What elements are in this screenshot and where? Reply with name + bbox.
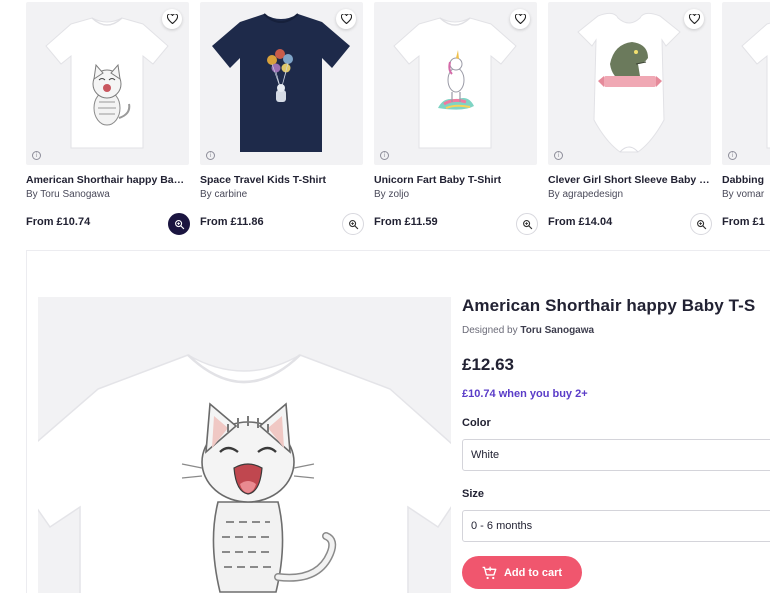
product-card-title[interactable]: Clever Girl Short Sleeve Baby One-Piece [548, 174, 711, 186]
zoom-button[interactable] [342, 213, 364, 235]
product-card-price-row: From £11.86 [200, 213, 364, 235]
zoom-button[interactable] [516, 213, 538, 235]
info-icon[interactable]: i [380, 151, 389, 160]
product-card-price-row: From £10.74 [26, 213, 190, 235]
product-card-price: From £10.74 [26, 216, 91, 228]
related-products-carousel: i American Shorthair happy Baby T-Shirt … [26, 2, 770, 242]
info-icon[interactable]: i [554, 151, 563, 160]
size-label: Size [462, 488, 485, 500]
product-card-title[interactable]: American Shorthair happy Baby T-Shirt [26, 174, 189, 186]
info-icon[interactable]: i [32, 151, 41, 160]
zoom-icon [522, 219, 532, 229]
add-to-cart-label: Add to cart [503, 566, 563, 579]
color-select-value: White [471, 449, 500, 461]
product-card[interactable]: i Unicorn Fart Baby T-Shirt By zoljo Fro… [374, 2, 538, 235]
zoom-icon [348, 219, 358, 229]
product-card-image[interactable]: i [374, 2, 537, 165]
cat-baby-tshirt-large-image [38, 354, 451, 593]
product-card[interactable]: i Space Travel Kids T-Shirt By carbine F… [200, 2, 364, 235]
section-divider [26, 250, 770, 251]
product-card-price: From £1 [722, 216, 765, 228]
product-card-price-row: From £11.59 [374, 213, 538, 235]
add-to-cart-button[interactable]: Add to cart [462, 556, 582, 589]
favorite-button[interactable] [510, 9, 530, 29]
product-card-price-row: From £14.04 [548, 213, 712, 235]
heart-icon [166, 14, 178, 24]
designed-by-line: Designed by Toru Sanogawa [462, 325, 770, 336]
white-tshirt-dabbing-image [741, 22, 770, 149]
product-card-artist[interactable]: By carbine [200, 189, 363, 200]
cart-icon [482, 566, 497, 579]
heart-icon [688, 14, 700, 24]
zoom-button[interactable] [690, 213, 712, 235]
product-card-price-row: From £1 [722, 213, 770, 235]
zoom-button[interactable] [168, 213, 190, 235]
product-card-price: From £11.86 [200, 216, 264, 228]
heart-icon [514, 14, 526, 24]
product-card-artist[interactable]: By vomar [722, 189, 770, 200]
heart-icon [340, 14, 352, 24]
product-card-artist[interactable]: By agrapedesign [548, 189, 711, 200]
product-card-image[interactable]: i [200, 2, 363, 165]
zoom-icon [696, 219, 706, 229]
color-label: Color [462, 417, 491, 429]
product-card-image[interactable]: i [722, 2, 770, 165]
product-card-artist[interactable]: By Toru Sanogawa [26, 189, 189, 200]
favorite-button[interactable] [162, 9, 182, 29]
product-card-artist[interactable]: By zoljo [374, 189, 537, 200]
product-card-image[interactable]: i [548, 2, 711, 165]
product-card-price: From £14.04 [548, 216, 613, 228]
product-title: American Shorthair happy Baby T-S [462, 296, 756, 315]
favorite-button[interactable] [684, 9, 704, 29]
product-card-title[interactable]: Unicorn Fart Baby T-Shirt [374, 174, 537, 186]
favorite-button[interactable] [336, 9, 356, 29]
info-icon[interactable]: i [728, 151, 737, 160]
product-card[interactable]: i Dabbing By vomar From £1 [722, 2, 770, 235]
product-card-price: From £11.59 [374, 216, 438, 228]
product-card[interactable]: i American Shorthair happy Baby T-Shirt … [26, 2, 190, 235]
product-price: £12.63 [462, 355, 514, 374]
product-card-image[interactable]: i [26, 2, 189, 165]
product-main-image[interactable] [38, 297, 451, 593]
size-select[interactable]: 0 - 6 months [462, 510, 770, 542]
product-details-panel: American Shorthair happy Baby T-S Design… [462, 296, 770, 589]
product-card-title[interactable]: Dabbing [722, 174, 770, 186]
bulk-discount-text: £10.74 when you buy 2+ [462, 388, 588, 400]
product-card-title[interactable]: Space Travel Kids T-Shirt [200, 174, 363, 186]
product-card[interactable]: i Clever Girl Short Sleeve Baby One-Piec… [548, 2, 712, 235]
designed-by-label: Designed by [462, 325, 518, 336]
color-select[interactable]: White [462, 439, 770, 471]
panel-border [26, 250, 27, 593]
zoom-icon [174, 219, 184, 229]
info-icon[interactable]: i [206, 151, 215, 160]
designer-link[interactable]: Toru Sanogawa [520, 325, 594, 336]
size-select-value: 0 - 6 months [471, 520, 533, 532]
